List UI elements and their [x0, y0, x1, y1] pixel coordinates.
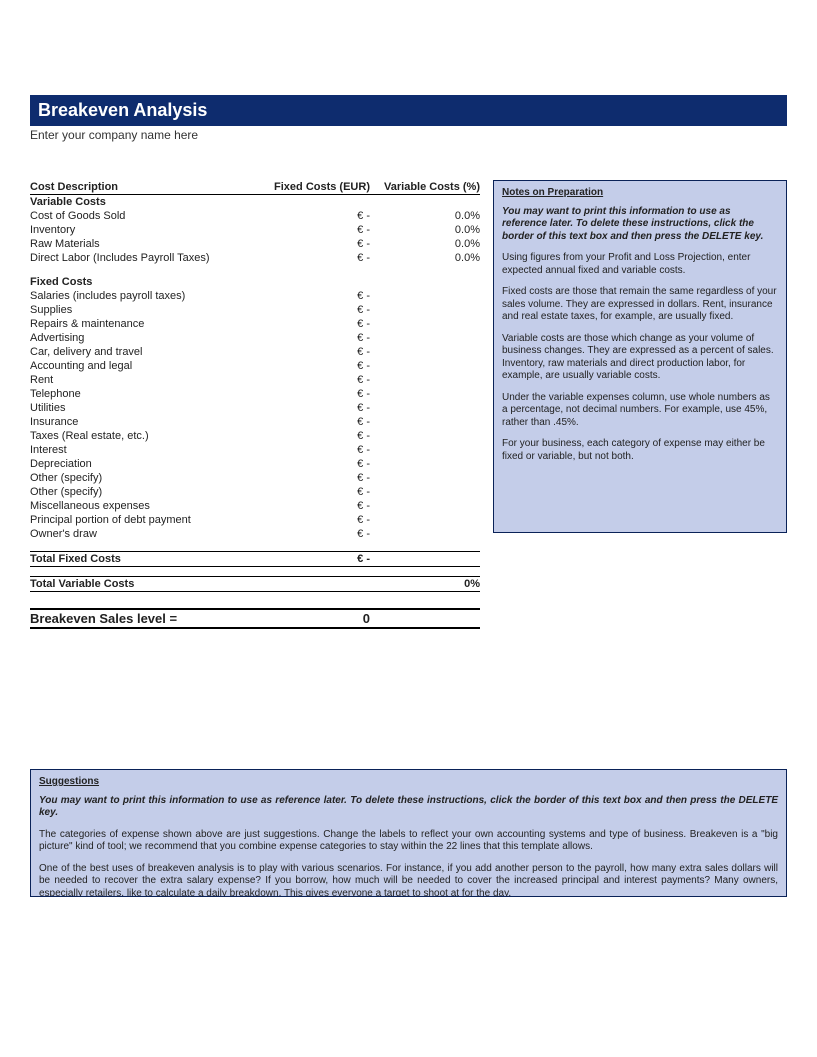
fixed-cost-cell[interactable]: € - [250, 331, 370, 345]
notes-p3: Fixed costs are those that remain the sa… [502, 286, 778, 324]
table-row: Taxes (Real estate, etc.)€ - [30, 429, 480, 443]
col-description: Cost Description [30, 180, 250, 195]
section-variable-costs: Variable Costs [30, 195, 480, 210]
suggestions-p3: One of the best uses of breakeven analys… [39, 863, 778, 898]
fixed-cost-cell[interactable]: € - [250, 209, 370, 223]
page-title-bar: Breakeven Analysis [30, 95, 787, 126]
cost-label[interactable]: Telephone [30, 387, 250, 401]
variable-cost-cell[interactable]: 0.0% [370, 237, 480, 251]
fixed-cost-cell[interactable]: € - [250, 251, 370, 265]
fixed-cost-cell[interactable]: € - [250, 499, 370, 513]
cost-label[interactable]: Insurance [30, 415, 250, 429]
breakeven-value: 0 [250, 609, 370, 628]
notes-p4: Variable costs are those which change as… [502, 333, 778, 383]
notes-p1: You may want to print this information t… [502, 206, 778, 244]
cost-label[interactable]: Accounting and legal [30, 359, 250, 373]
cost-label[interactable]: Rent [30, 373, 250, 387]
notes-box: Notes on Preparation You may want to pri… [493, 180, 787, 533]
fixed-cost-cell[interactable]: € - [250, 513, 370, 527]
cost-label[interactable]: Salaries (includes payroll taxes) [30, 289, 250, 303]
cost-label[interactable]: Direct Labor (Includes Payroll Taxes) [30, 251, 250, 265]
table-row: Owner's draw€ - [30, 527, 480, 541]
suggestions-p2: The categories of expense shown above ar… [39, 829, 778, 854]
notes-p5: Under the variable expenses column, use … [502, 392, 778, 430]
fixed-cost-cell[interactable]: € - [250, 387, 370, 401]
fixed-cost-cell[interactable]: € - [250, 443, 370, 457]
table-row: Insurance€ - [30, 415, 480, 429]
cost-label[interactable]: Miscellaneous expenses [30, 499, 250, 513]
table-row: Principal portion of debt payment€ - [30, 513, 480, 527]
suggestions-title: Suggestions [39, 776, 778, 789]
fixed-cost-cell[interactable]: € - [250, 429, 370, 443]
table-row: Inventory€ -0.0% [30, 223, 480, 237]
cost-label[interactable]: Inventory [30, 223, 250, 237]
suggestions-p1: You may want to print this information t… [39, 795, 778, 820]
table-row: Raw Materials€ -0.0% [30, 237, 480, 251]
table-row: Depreciation€ - [30, 457, 480, 471]
notes-title: Notes on Preparation [502, 187, 778, 200]
table-row: Other (specify)€ - [30, 471, 480, 485]
total-fixed-label: Total Fixed Costs [30, 551, 250, 566]
notes-p2: Using figures from your Profit and Loss … [502, 252, 778, 277]
cost-label[interactable]: Repairs & maintenance [30, 317, 250, 331]
fixed-cost-cell[interactable]: € - [250, 415, 370, 429]
cost-table: Cost Description Fixed Costs (EUR) Varia… [30, 180, 480, 629]
total-variable-value: 0% [370, 576, 480, 591]
breakeven-label: Breakeven Sales level = [30, 609, 250, 628]
cost-label[interactable]: Advertising [30, 331, 250, 345]
cost-label[interactable]: Car, delivery and travel [30, 345, 250, 359]
table-row: Telephone€ - [30, 387, 480, 401]
cost-label[interactable]: Principal portion of debt payment [30, 513, 250, 527]
cost-label[interactable]: Other (specify) [30, 471, 250, 485]
cost-label[interactable]: Taxes (Real estate, etc.) [30, 429, 250, 443]
fixed-cost-cell[interactable]: € - [250, 359, 370, 373]
table-row: Utilities€ - [30, 401, 480, 415]
fixed-cost-cell[interactable]: € - [250, 401, 370, 415]
table-row: Car, delivery and travel€ - [30, 345, 480, 359]
col-fixed: Fixed Costs (EUR) [250, 180, 370, 195]
cost-label[interactable]: Interest [30, 443, 250, 457]
cost-label[interactable]: Other (specify) [30, 485, 250, 499]
table-row: Repairs & maintenance€ - [30, 317, 480, 331]
variable-cost-cell[interactable]: 0.0% [370, 209, 480, 223]
page-title: Breakeven Analysis [38, 100, 207, 120]
company-name[interactable]: Enter your company name here [30, 128, 817, 142]
col-variable: Variable Costs (%) [370, 180, 480, 195]
fixed-cost-cell[interactable]: € - [250, 289, 370, 303]
cost-label[interactable]: Supplies [30, 303, 250, 317]
variable-cost-cell[interactable]: 0.0% [370, 223, 480, 237]
fixed-cost-cell[interactable]: € - [250, 237, 370, 251]
table-row: Miscellaneous expenses€ - [30, 499, 480, 513]
table-row: Salaries (includes payroll taxes)€ - [30, 289, 480, 303]
notes-p6: For your business, each category of expe… [502, 438, 778, 463]
fixed-cost-cell[interactable]: € - [250, 485, 370, 499]
cost-label[interactable]: Owner's draw [30, 527, 250, 541]
table-row: Direct Labor (Includes Payroll Taxes)€ -… [30, 251, 480, 265]
cost-label[interactable]: Utilities [30, 401, 250, 415]
table-row: Advertising€ - [30, 331, 480, 345]
fixed-cost-cell[interactable]: € - [250, 345, 370, 359]
cost-label[interactable]: Cost of Goods Sold [30, 209, 250, 223]
fixed-cost-cell[interactable]: € - [250, 303, 370, 317]
table-row: Cost of Goods Sold€ -0.0% [30, 209, 480, 223]
cost-label[interactable]: Raw Materials [30, 237, 250, 251]
cost-label[interactable]: Depreciation [30, 457, 250, 471]
fixed-cost-cell[interactable]: € - [250, 527, 370, 541]
fixed-cost-cell[interactable]: € - [250, 457, 370, 471]
table-row: Interest€ - [30, 443, 480, 457]
fixed-cost-cell[interactable]: € - [250, 317, 370, 331]
suggestions-box: Suggestions You may want to print this i… [30, 769, 787, 897]
section-fixed-costs: Fixed Costs [30, 275, 250, 289]
fixed-cost-cell[interactable]: € - [250, 471, 370, 485]
total-fixed-value: € - [250, 551, 370, 566]
fixed-cost-cell[interactable]: € - [250, 223, 370, 237]
table-row: Other (specify)€ - [30, 485, 480, 499]
total-variable-label: Total Variable Costs [30, 576, 250, 591]
table-row: Accounting and legal€ - [30, 359, 480, 373]
table-row: Supplies€ - [30, 303, 480, 317]
variable-cost-cell[interactable]: 0.0% [370, 251, 480, 265]
table-row: Rent€ - [30, 373, 480, 387]
fixed-cost-cell[interactable]: € - [250, 373, 370, 387]
